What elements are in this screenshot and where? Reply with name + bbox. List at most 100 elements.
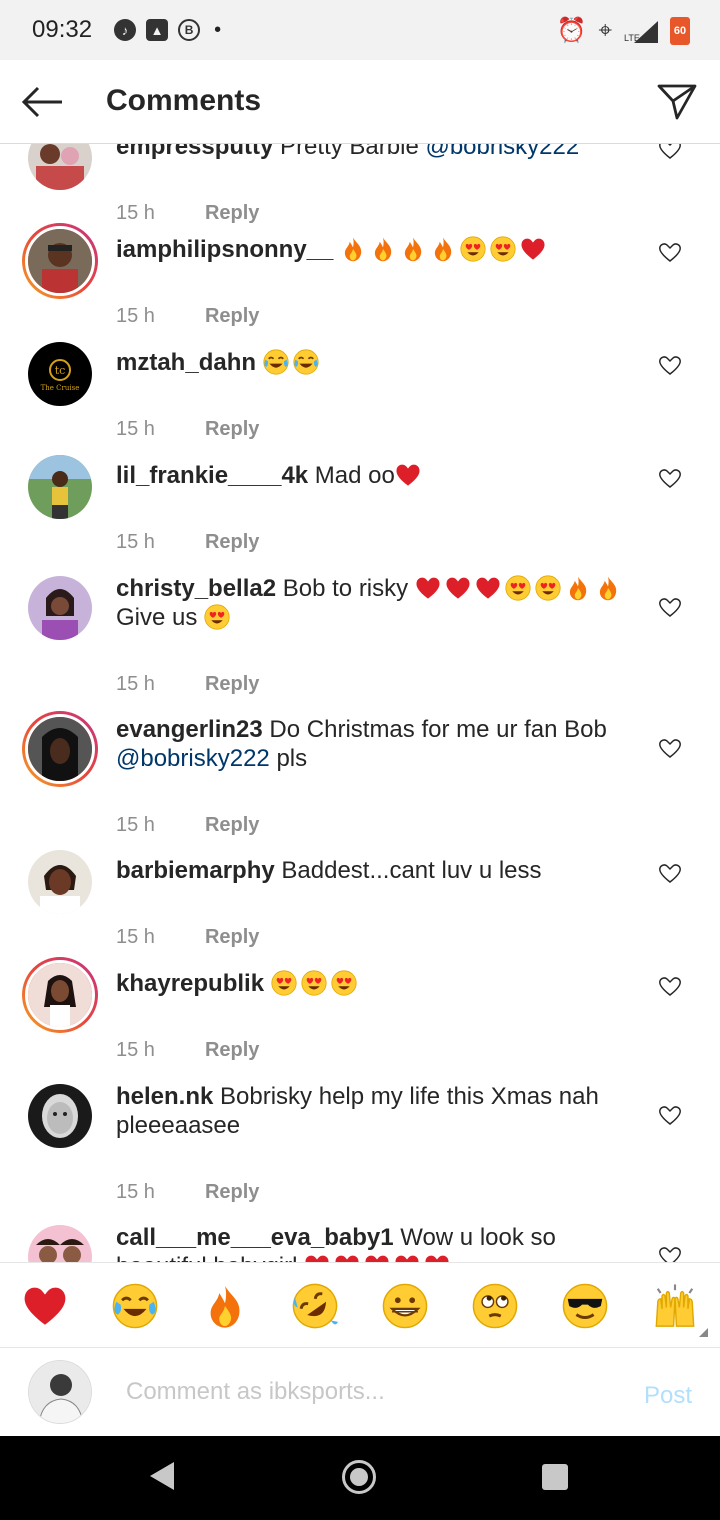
avatar[interactable]: [22, 223, 98, 299]
fire-icon[interactable]: [202, 1283, 248, 1329]
comment-text: helen.nk Bobrisky help my life this Xmas…: [116, 1082, 636, 1140]
comment-input[interactable]: [126, 1370, 606, 1414]
joy-icon: [263, 349, 289, 375]
comment-time: 15 h: [116, 814, 155, 836]
comment-body: [333, 236, 340, 263]
like-heart-icon[interactable]: [658, 1104, 682, 1126]
red-heart-icon: [395, 462, 421, 488]
raised-hands-icon[interactable]: [652, 1283, 698, 1329]
like-heart-icon[interactable]: [658, 354, 682, 376]
comment-username[interactable]: evangerlin23: [116, 716, 263, 743]
avatar[interactable]: tc The Cruise: [28, 342, 92, 406]
grin-icon[interactable]: [382, 1283, 428, 1329]
heart-eyes-icon: [204, 604, 230, 630]
comment-username[interactable]: call___me___eva_baby1: [116, 1224, 394, 1251]
avatar[interactable]: [28, 576, 92, 640]
comment-meta: 15 h Reply: [116, 1039, 259, 1062]
page-title: Comments: [106, 84, 262, 117]
comment-username[interactable]: barbiemarphy: [116, 857, 275, 884]
comment-username[interactable]: mztah_dahn: [116, 349, 256, 376]
status-right-icons: ⏰ ⌖ LTE 60: [557, 16, 690, 45]
rofl-icon[interactable]: [292, 1283, 338, 1329]
comment-text: mztah_dahn: [116, 348, 636, 377]
location-icon: ⌖: [598, 16, 612, 44]
red-heart-icon: [415, 575, 441, 601]
comment-time: 15 h: [116, 305, 155, 327]
signal-icon: LTE: [624, 19, 658, 43]
comment-meta: 15 h Reply: [116, 305, 259, 328]
like-heart-icon[interactable]: [658, 596, 682, 618]
avatar[interactable]: [28, 1225, 92, 1262]
mention-link[interactable]: @bobrisky222: [116, 745, 270, 772]
red-heart-icon: [445, 575, 471, 601]
image-icon: ▲: [146, 19, 169, 41]
comment-time: 15 h: [116, 1181, 155, 1203]
heart-eyes-icon: [505, 575, 531, 601]
comment-meta: 15 h Reply: [116, 926, 259, 949]
reply-button[interactable]: Reply: [205, 814, 259, 836]
red-heart-icon: [394, 1253, 420, 1262]
comment-time: 15 h: [116, 673, 155, 695]
avatar[interactable]: [28, 850, 92, 914]
red-heart-icon[interactable]: [22, 1283, 68, 1329]
recents-icon[interactable]: [542, 1464, 568, 1490]
fire-icon: [430, 236, 456, 262]
comment-username[interactable]: iamphilipsnonny__: [116, 236, 333, 263]
comment-time: 15 h: [116, 202, 155, 224]
comment-username[interactable]: helen.nk: [116, 1083, 213, 1110]
arrow-left-icon[interactable]: [20, 80, 64, 124]
comment-meta: 15 h Reply: [116, 673, 259, 696]
comment-meta: 15 h Reply: [116, 418, 259, 441]
comment-body: Bob to risky: [276, 575, 415, 602]
like-heart-icon[interactable]: [658, 144, 682, 160]
comment-username[interactable]: christy_bella2: [116, 575, 276, 602]
music-icon: ♪: [114, 19, 137, 41]
comment-body-continued: pls: [269, 745, 308, 772]
sunglasses-icon[interactable]: [562, 1283, 608, 1329]
comment-username[interactable]: khayrepublik: [116, 970, 264, 997]
reply-button[interactable]: Reply: [205, 202, 259, 224]
comments-list[interactable]: empressputty Pretty Barbie @bobrisky222 1…: [0, 144, 720, 1262]
mention-link[interactable]: @bobrisky222: [425, 144, 579, 160]
avatar[interactable]: [28, 144, 92, 190]
notification-dot-icon: •: [214, 18, 222, 41]
reply-button[interactable]: Reply: [205, 305, 259, 327]
post-button[interactable]: Post: [644, 1382, 692, 1410]
status-bar: 09:32 ♪ ▲ B • ⏰ ⌖ LTE 60: [0, 0, 720, 60]
comment-body: Pretty Barbie: [273, 144, 426, 160]
comment-text: evangerlin23 Do Christmas for me ur fan …: [116, 715, 636, 773]
reply-button[interactable]: Reply: [205, 1181, 259, 1203]
joy-icon: [293, 349, 319, 375]
like-heart-icon[interactable]: [658, 467, 682, 489]
corner-icon: [699, 1328, 708, 1337]
like-heart-icon[interactable]: [658, 1245, 682, 1262]
like-heart-icon[interactable]: [658, 737, 682, 759]
reply-button[interactable]: Reply: [205, 673, 259, 695]
like-heart-icon[interactable]: [658, 862, 682, 884]
back-icon[interactable]: [150, 1462, 174, 1490]
comment-meta: 15 h Reply: [116, 531, 259, 554]
avatar[interactable]: [22, 957, 98, 1033]
send-icon[interactable]: [656, 80, 698, 122]
like-heart-icon[interactable]: [658, 241, 682, 263]
avatar[interactable]: [28, 455, 92, 519]
reply-button[interactable]: Reply: [205, 1039, 259, 1061]
eye-roll-icon[interactable]: [472, 1283, 518, 1329]
fire-icon: [595, 575, 621, 601]
joy-icon[interactable]: [112, 1283, 158, 1329]
b-app-icon: B: [178, 19, 201, 41]
comment-username[interactable]: empressputty: [116, 144, 273, 160]
home-icon[interactable]: [342, 1460, 376, 1494]
reply-button[interactable]: Reply: [205, 418, 259, 440]
comment-time: 15 h: [116, 926, 155, 948]
avatar[interactable]: [28, 1084, 92, 1148]
heart-eyes-icon: [535, 575, 561, 601]
comment-username[interactable]: lil_frankie____4k: [116, 462, 308, 489]
comment-meta: 15 h Reply: [116, 1181, 259, 1204]
comment-body: [264, 970, 271, 997]
reply-button[interactable]: Reply: [205, 926, 259, 948]
avatar[interactable]: [22, 711, 98, 787]
like-heart-icon[interactable]: [658, 975, 682, 997]
red-heart-icon: [334, 1253, 360, 1262]
reply-button[interactable]: Reply: [205, 531, 259, 553]
